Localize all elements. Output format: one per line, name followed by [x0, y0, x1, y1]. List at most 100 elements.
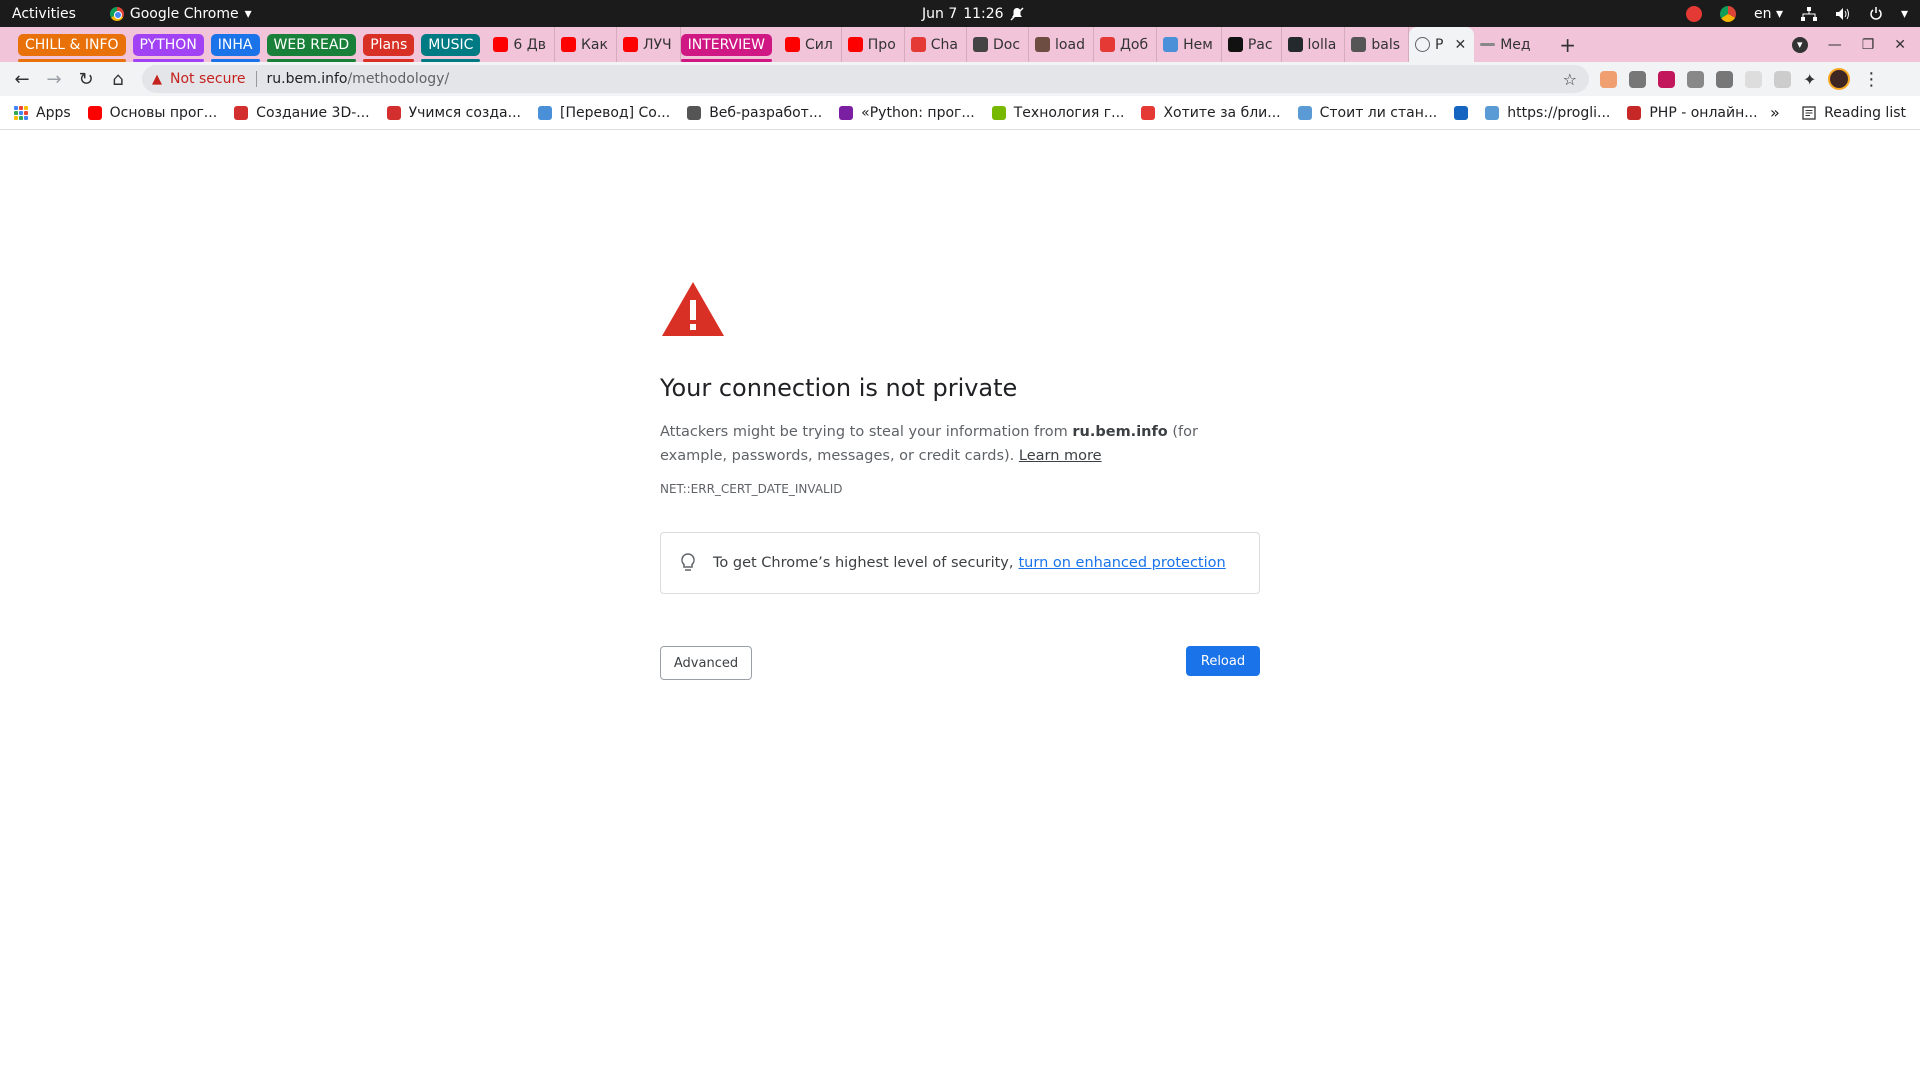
bookmark-item[interactable]: Основы прог... [87, 105, 217, 121]
favicon-icon [1351, 37, 1367, 52]
enhanced-protection-link[interactable]: turn on enhanced protection [1019, 555, 1226, 571]
browser-tab[interactable]: load [1029, 27, 1094, 62]
power-icon[interactable] [1869, 6, 1883, 21]
browser-tab[interactable]: Сил [779, 27, 842, 62]
chevron-down-icon[interactable]: ▾ [1901, 6, 1908, 22]
tab-group-chip[interactable]: INTERVIEW [680, 33, 773, 62]
home-icon[interactable]: ⌂ [102, 63, 134, 95]
security-status[interactable]: Not secure [170, 71, 246, 87]
bookmark-item[interactable]: Создание 3D-... [234, 105, 370, 121]
warning-triangle-icon [662, 282, 724, 336]
bookmark-item[interactable]: Стоит ли стан... [1297, 105, 1437, 121]
more-bookmarks-button[interactable]: » [1770, 103, 1780, 122]
enhanced-protection-box: To get Chrome’s highest level of securit… [660, 532, 1260, 594]
tab-group-chip[interactable]: CHILL & INFO [18, 33, 126, 62]
browser-tab[interactable]: Как [555, 27, 617, 62]
bookmark-favicon-icon [386, 105, 401, 120]
browser-tab[interactable]: Про [842, 27, 905, 62]
favicon-icon [847, 37, 863, 52]
bookmark-label: https://progli... [1507, 104, 1611, 121]
bookmarks-bar: Apps Основы прог... Создание 3D-... Учимся… [0, 96, 1920, 130]
browser-menu-icon[interactable]: ⋮ [1862, 69, 1880, 90]
app-menu[interactable]: Google Chrome ▾ [109, 6, 252, 22]
network-icon[interactable] [1800, 6, 1817, 21]
bookmark-favicon-icon [687, 105, 702, 120]
extensions-area: ✦ ⋮ [1600, 62, 1880, 96]
browser-tab[interactable]: Нем [1157, 27, 1222, 62]
chrome-tray-icon[interactable] [1719, 5, 1736, 22]
browser-tab[interactable]: lolla [1282, 27, 1346, 62]
tab-group-chip[interactable]: MUSIC [421, 33, 481, 62]
browser-tab[interactable]: Cha [905, 27, 967, 62]
browser-tab[interactable]: Доб [1094, 27, 1158, 62]
extensions-puzzle-icon[interactable]: ✦ [1803, 70, 1816, 89]
forward-button[interactable]: → [38, 63, 70, 95]
learn-more-link[interactable]: Learn more [1019, 448, 1102, 464]
bookmark-item[interactable]: Веб-разработ... [687, 105, 822, 121]
tab-title: 6 Дв [513, 36, 546, 53]
bookmark-favicon-icon [1627, 105, 1642, 120]
extension-icon[interactable] [1774, 70, 1791, 88]
favicon-icon [560, 37, 576, 52]
bookmark-item[interactable] [1454, 105, 1469, 120]
bookmark-item[interactable]: Хотите за бли... [1141, 105, 1281, 121]
bookmark-apps[interactable]: Apps [14, 105, 71, 121]
tab-title: Рас [1247, 36, 1273, 53]
browser-tab[interactable]: bals [1345, 27, 1410, 62]
tab-group-chip[interactable]: WEB READ [266, 33, 357, 62]
extension-icon[interactable] [1658, 70, 1675, 88]
clock[interactable]: Jun 7 11:26 [922, 6, 1024, 22]
time-label: 11:26 [963, 5, 1004, 22]
extension-icon[interactable] [1687, 70, 1704, 88]
activities-button[interactable]: Activities [12, 6, 76, 22]
reload-button[interactable]: Reload [1186, 646, 1260, 676]
bookmark-favicon-icon [1141, 105, 1156, 120]
browser-tab[interactable]: 6 Дв [487, 27, 555, 62]
bookmark-item[interactable]: Учимся созда... [386, 105, 521, 121]
new-tab-button[interactable]: + [1553, 30, 1583, 60]
browser-tab[interactable]: Doc [967, 27, 1030, 62]
favicon-icon [1227, 37, 1243, 52]
bookmark-item[interactable]: [Перевод] Со... [537, 105, 670, 121]
page-title: Your connection is not private [660, 374, 1018, 402]
browser-tab[interactable]: Рас [1222, 27, 1282, 62]
url-host: ru.bem.info [266, 71, 348, 87]
reload-icon[interactable]: ↻ [70, 63, 102, 95]
restore-button[interactable]: ❐ [1862, 37, 1875, 53]
bookmark-item[interactable]: PHP - онлайн... [1627, 105, 1758, 121]
tab-group-chip[interactable]: Plans [363, 33, 415, 62]
bookmark-item[interactable]: https://progli... [1485, 105, 1610, 121]
extension-icon[interactable] [1600, 70, 1617, 88]
bookmark-label: Apps [36, 104, 71, 121]
address-bar[interactable]: ▲ Not secure ru.bem.info/methodology/ ☆ [142, 65, 1589, 93]
bookmark-item[interactable]: Технология г... [991, 105, 1124, 121]
minimize-button[interactable]: — [1828, 37, 1842, 53]
tray-app-icon[interactable] [1685, 5, 1702, 22]
extension-icon[interactable] [1629, 70, 1646, 88]
browser-tab[interactable]: ЛУЧ [617, 27, 681, 62]
advanced-button[interactable]: Advanced [660, 646, 752, 680]
extension-icon[interactable] [1716, 70, 1733, 88]
tab-search-icon[interactable]: ▾ [1791, 36, 1808, 53]
close-window-button[interactable]: ✕ [1894, 37, 1906, 53]
extension-icon[interactable] [1745, 70, 1762, 88]
bookmark-star-icon[interactable]: ☆ [1563, 70, 1577, 89]
reading-list-button[interactable]: Reading list [1802, 105, 1906, 121]
tab-title: Нем [1183, 36, 1213, 53]
warning-icon[interactable]: ▲ [152, 72, 162, 87]
bookmark-label: Веб-разработ... [709, 104, 823, 121]
browser-tab[interactable]: Мед [1474, 27, 1538, 62]
volume-icon[interactable] [1835, 7, 1851, 21]
apps-grid-icon [14, 105, 28, 120]
bookmark-favicon-icon [1297, 105, 1312, 120]
profile-avatar[interactable] [1828, 68, 1851, 90]
tab-group-chip[interactable]: INHA [210, 33, 260, 62]
tab-group-chip[interactable]: PYTHON [132, 33, 205, 62]
back-button[interactable]: ← [6, 63, 38, 95]
active-tab[interactable]: P ✕ [1409, 27, 1475, 62]
bookmark-item[interactable]: «Python: прог... [839, 105, 975, 121]
language-indicator[interactable]: en ▾ [1754, 6, 1783, 22]
date-label: Jun 7 [922, 5, 958, 22]
tab-title: Доб [1119, 36, 1149, 53]
close-tab-icon[interactable]: ✕ [1454, 37, 1466, 53]
